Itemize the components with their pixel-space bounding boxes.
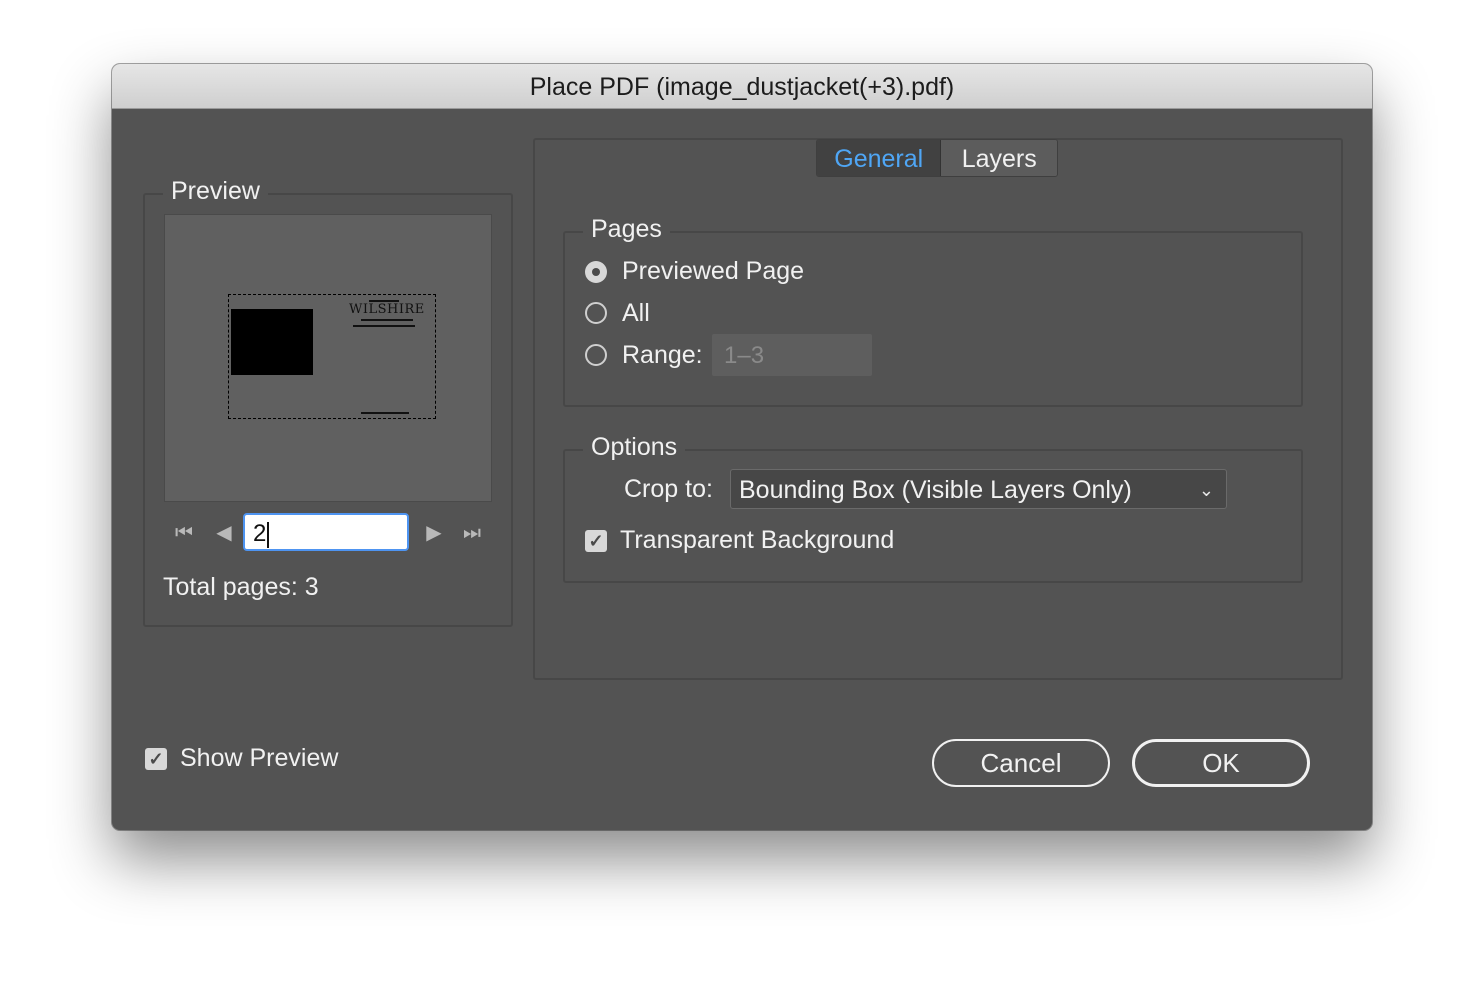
radio-range-label: Range:: [622, 341, 703, 369]
next-icon[interactable]: ▶: [423, 522, 445, 544]
chevron-down-icon: ⌄: [1198, 480, 1214, 500]
show-preview-checkbox[interactable]: ✓: [145, 748, 167, 770]
page-number-input[interactable]: 2: [243, 513, 409, 551]
place-pdf-dialog: Place PDF (image_dustjacket(+3).pdf) Pre…: [112, 64, 1372, 830]
thumbnail-image-block: [231, 309, 313, 375]
ok-button[interactable]: OK: [1132, 739, 1310, 787]
thumbnail-line: [361, 319, 413, 321]
show-preview-label: Show Preview: [180, 744, 339, 772]
radio-range[interactable]: [585, 344, 607, 366]
tab-general[interactable]: General: [817, 140, 942, 176]
preview-group: Preview WILSHIRE ⏮ ◀ 2 ▶ ⏭ Total pages: …: [143, 177, 513, 627]
transparent-background-label: Transparent Background: [620, 526, 895, 554]
tab-bar: General Layers: [816, 139, 1058, 177]
tab-layers[interactable]: Layers: [941, 140, 1057, 176]
radio-previewed-page-label: Previewed Page: [622, 257, 805, 285]
preview-area: WILSHIRE: [164, 214, 492, 502]
crop-to-select[interactable]: Bounding Box (Visible Layers Only) ⌄: [730, 469, 1227, 509]
thumbnail-line: [361, 412, 409, 414]
radio-all[interactable]: [585, 302, 607, 324]
thumbnail-line: [353, 325, 415, 327]
cancel-button[interactable]: Cancel: [932, 739, 1110, 787]
prev-icon[interactable]: ◀: [213, 522, 235, 544]
crop-to-value: Bounding Box (Visible Layers Only): [739, 476, 1132, 504]
options-group-title: Options: [583, 433, 686, 462]
pages-group-title: Pages: [583, 215, 670, 244]
preview-group-title: Preview: [163, 177, 268, 206]
range-input[interactable]: 1–3: [712, 334, 872, 376]
thumbnail-logo: WILSHIRE: [349, 302, 425, 317]
crop-to-label: Crop to:: [624, 475, 713, 503]
radio-all-label: All: [622, 299, 650, 327]
radio-previewed-page[interactable]: [585, 261, 607, 283]
total-pages-label: Total pages: 3: [163, 573, 319, 601]
transparent-background-checkbox[interactable]: ✓: [585, 530, 607, 552]
window-title: Place PDF (image_dustjacket(+3).pdf): [112, 64, 1372, 109]
skip-last-icon[interactable]: ⏭: [461, 522, 483, 544]
page-thumbnail: WILSHIRE: [228, 294, 436, 419]
skip-first-icon[interactable]: ⏮: [173, 522, 195, 544]
